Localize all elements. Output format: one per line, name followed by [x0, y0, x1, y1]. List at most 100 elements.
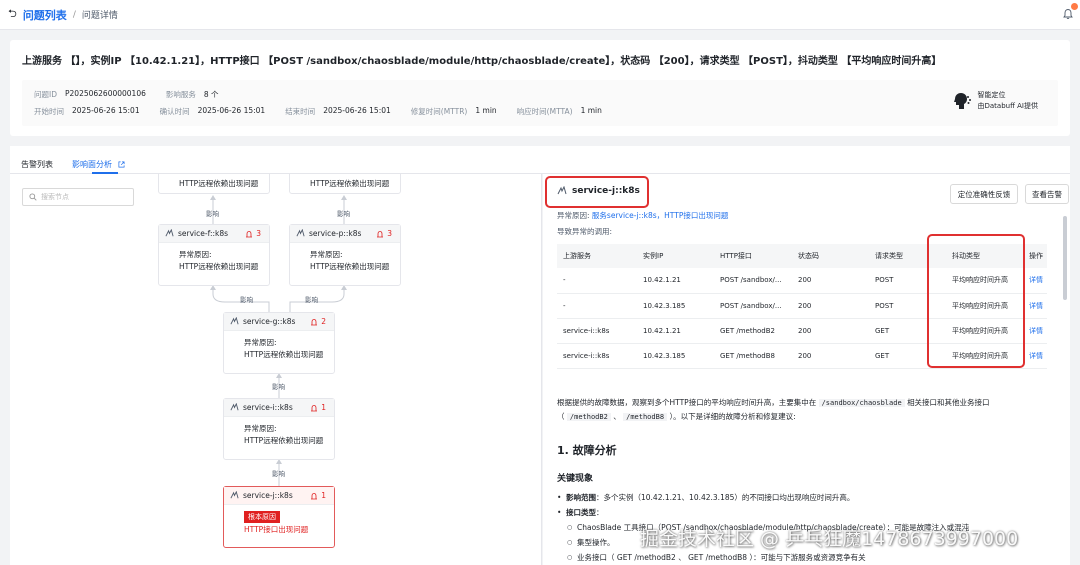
- external-link-icon[interactable]: [118, 161, 125, 168]
- bullet-text: ：: [596, 508, 604, 517]
- col-status: 状态码: [792, 244, 869, 268]
- node-name: service-i::k8s: [243, 403, 293, 412]
- col-action: 操作: [1023, 244, 1047, 268]
- bullet-text: ：多个实例（10.42.1.21、10.42.3.185）的不同接口均出现响应时…: [596, 493, 855, 502]
- col-upstream: 上游服务: [557, 244, 637, 268]
- back-icon[interactable]: ⮌: [8, 5, 17, 24]
- cell: -: [557, 293, 637, 319]
- breadcrumb-problem-list[interactable]: 问题列表: [23, 7, 67, 23]
- graph-node-service-f[interactable]: service-f::k8s 3 异常原因: HTTP远程依赖出现问题: [158, 224, 270, 286]
- meta-key: 结束时间: [285, 107, 316, 116]
- row-detail-link[interactable]: 详情: [1023, 343, 1047, 369]
- tab-bar: 告警列表 影响面分析: [10, 146, 1070, 174]
- kubernetes-service-icon: [165, 229, 174, 237]
- alert-count: 1: [310, 403, 326, 412]
- problem-meta: 问题ID P2025062600000106 影响服务 8 个 开始时间 202…: [22, 80, 1058, 126]
- node-reason: HTTP远程依赖出现问题: [310, 179, 390, 188]
- edge-label: 影响: [305, 296, 318, 304]
- node-reason: HTTP远程依赖出现问题: [310, 262, 390, 271]
- cell: 10.42.3.185: [637, 293, 714, 319]
- meta-value: 2025-06-26 15:01: [197, 106, 266, 115]
- node-reason: HTTP接口出现问题: [244, 525, 309, 534]
- node-body: 根本原因 HTTP接口出现问题: [224, 505, 334, 536]
- tab-alert-list[interactable]: 告警列表: [21, 159, 53, 170]
- list-item: 接口类型：: [557, 505, 969, 520]
- graph-node-service-i[interactable]: service-i::k8s 1 异常原因: HTTP远程依赖出现问题: [223, 398, 335, 460]
- node-reason: HTTP远程依赖出现问题: [244, 436, 324, 445]
- analysis-code: /sandbox/chaosblade: [818, 399, 905, 407]
- tab-impact-analysis[interactable]: 影响面分析: [72, 159, 125, 170]
- row-detail-link[interactable]: 详情: [1023, 268, 1047, 294]
- cell: 10.42.1.21: [637, 318, 714, 344]
- node-name: service-p::k8s: [309, 229, 362, 238]
- search-input[interactable]: [41, 193, 127, 201]
- meta-key: 影响服务: [165, 90, 196, 99]
- graph-node-service-j-root[interactable]: service-j::k8s 1 根本原因 HTTP接口出现问题: [223, 486, 335, 548]
- alert-count-value: 3: [387, 229, 392, 238]
- meta-key: 确认时间: [159, 107, 190, 116]
- analysis-text: 根据提供的故障数据，观察到多个HTTP接口的平均响应时间升高，主要集中在: [557, 398, 817, 407]
- meta-row-1: 问题ID P2025062600000106 影响服务 8 个: [34, 89, 239, 100]
- bullet-label: 影响范围: [566, 493, 596, 502]
- breadcrumb-separator: /: [72, 9, 76, 20]
- node-reason: HTTP远程依赖出现问题: [179, 262, 259, 271]
- node-header: service-g::k8s 2: [224, 313, 334, 331]
- cell: 10.42.3.185: [637, 343, 714, 369]
- node-cause-label: 异常原因:: [179, 250, 212, 259]
- problem-id-value: P2025062600000106: [65, 89, 146, 98]
- node-body: 异常原因: HTTP远程依赖出现问题: [224, 417, 334, 447]
- breadcrumb-current: 问题详情: [81, 11, 118, 21]
- tab-impact-label: 影响面分析: [72, 160, 112, 169]
- cell: 10.42.1.21: [637, 268, 714, 294]
- cell: service-i::k8s: [557, 318, 637, 344]
- analysis-code: /methodB8: [623, 413, 668, 421]
- highlight-box-service: [545, 176, 649, 208]
- analysis-text: 、: [613, 412, 621, 421]
- impact-graph-panel[interactable]: HTTP远程依赖出现问题 HTTP远程依赖出现问题 影响 影响 service-…: [10, 174, 542, 565]
- sub-bullet-text: 集型操作。: [577, 538, 615, 547]
- cell: POST /sandbox/...: [714, 268, 792, 294]
- alert-count-value: 1: [321, 491, 326, 500]
- meta-value: 2025-06-26 15:01: [323, 106, 391, 115]
- detail-cause-link[interactable]: 服务service-j::k8s，HTTP接口出现问题: [592, 211, 728, 220]
- meta-row-2: 开始时间 2025-06-26 15:01 确认时间 2025-06-26 15…: [34, 106, 622, 117]
- meta-key: 修复时间(MTTR): [410, 107, 468, 116]
- alarm-icon: [311, 318, 318, 325]
- meta-value: 1 min: [580, 106, 602, 115]
- alarm-icon: [377, 230, 384, 237]
- affected-services-value: 8 个: [203, 90, 219, 99]
- scrollbar[interactable]: [1063, 216, 1067, 300]
- view-alerts-button[interactable]: 查看告警: [1025, 184, 1069, 204]
- sub-bullet-text: 业务接口（ GET /methodB2 、 GET /methodB8 ）：可能…: [577, 553, 866, 562]
- meta-key: 开始时间: [34, 107, 64, 116]
- node-reason: HTTP远程依赖出现问题: [179, 179, 259, 188]
- cell: -: [557, 268, 637, 294]
- edge-label: 影响: [272, 470, 285, 478]
- analysis-paragraph: 根据提供的故障数据，观察到多个HTTP接口的平均响应时间升高，主要集中在 /sa…: [557, 396, 1057, 424]
- edge-label: 影响: [337, 210, 350, 218]
- row-detail-link[interactable]: 详情: [1023, 318, 1047, 344]
- node-header: service-j::k8s 1: [224, 487, 334, 505]
- alert-count: 2: [310, 317, 326, 326]
- graph-node-upstream-left[interactable]: HTTP远程依赖出现问题: [158, 174, 270, 194]
- analysis-text: 相关接口和其他业务接口: [907, 398, 990, 407]
- graph-node-service-g[interactable]: service-g::k8s 2 异常原因: HTTP远程依赖出现问题: [223, 312, 335, 374]
- row-detail-link[interactable]: 详情: [1023, 293, 1047, 319]
- kubernetes-service-icon: [230, 491, 239, 499]
- alert-count: 3: [245, 229, 261, 238]
- ai-locate-badge: 智能定位 由Databuff AI提供: [952, 90, 1038, 112]
- bell-icon[interactable]: [1062, 8, 1074, 20]
- analysis-code: /methodB2: [566, 413, 611, 421]
- graph-node-upstream-right[interactable]: HTTP远程依赖出现问题: [289, 174, 401, 194]
- node-search[interactable]: [22, 188, 134, 206]
- alarm-icon: [311, 492, 318, 499]
- problem-title: 上游服务 【】，实例IP 【10.42.1.21】，HTTP接口 【POST /…: [22, 56, 942, 67]
- kubernetes-service-icon: [296, 229, 305, 237]
- accuracy-feedback-button[interactable]: 定位准确性反馈: [950, 184, 1018, 204]
- meta-key: 问题ID: [34, 90, 57, 99]
- cell: service-i::k8s: [557, 343, 637, 369]
- alert-count: 3: [376, 229, 392, 238]
- graph-node-service-p[interactable]: service-p::k8s 3 异常原因: HTTP远程依赖出现问题: [289, 224, 401, 286]
- cell: 200: [792, 268, 869, 294]
- alarm-icon: [311, 404, 318, 411]
